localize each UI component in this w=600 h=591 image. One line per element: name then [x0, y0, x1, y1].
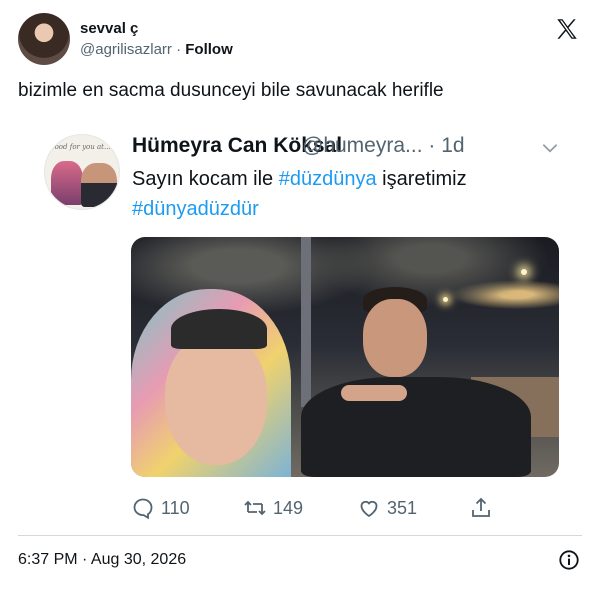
photo-lamp [521, 269, 527, 275]
quoted-avatar[interactable]: Good for you at... [44, 134, 120, 210]
quoted-tweet[interactable]: Good for you at... Hümeyra Can Köksal @h… [44, 120, 574, 540]
tweet-header: sevval ç @agrilisazlarr · Follow [18, 12, 586, 68]
quoted-avatar-person-1 [51, 161, 83, 205]
share-icon [472, 497, 490, 517]
avatar[interactable] [18, 13, 70, 65]
author-handle[interactable]: @agrilisazlarr [80, 41, 172, 58]
handle-separator: · [176, 41, 182, 58]
photo-woman-hat [171, 309, 267, 349]
heart-icon [360, 500, 378, 518]
photo-man-face [363, 299, 427, 377]
photo-hand [341, 385, 407, 401]
author-display-name[interactable]: sevval ç [80, 20, 138, 37]
chevron-down-icon[interactable] [540, 138, 560, 158]
quoted-time: · 1d [428, 134, 465, 157]
quoted-text-plain: Sayın kocam ile [132, 168, 279, 190]
quoted-avatar-person-2 [81, 163, 117, 207]
quoted-avatar-caption: Good for you at... [49, 143, 111, 151]
tweet-photo[interactable] [131, 237, 559, 477]
info-icon[interactable] [558, 549, 580, 571]
photo-pole [301, 237, 311, 407]
share-button[interactable] [469, 494, 493, 522]
divider [18, 535, 582, 536]
reply-button[interactable]: 110 [131, 494, 190, 522]
reply-count: 110 [161, 497, 190, 518]
like-button[interactable]: 351 [357, 494, 417, 522]
tweet-timestamp[interactable]: 6:37 PM · Aug 30, 2026 [18, 551, 186, 569]
hashtag-duzdunya[interactable]: #düzdünya [279, 168, 377, 190]
hashtag-dunyaduzdur[interactable]: #dünyadüzdür [132, 198, 259, 220]
reply-icon [133, 498, 153, 520]
photo-lamp [443, 297, 448, 302]
author-handle-line: @agrilisazlarr · Follow [80, 41, 233, 58]
quoted-text: Sayın kocam ile #düzdünya işaretimiz #dü… [132, 164, 552, 224]
x-logo-icon[interactable] [554, 16, 580, 42]
quoted-handle-line: @humeyra... · 1d [302, 134, 465, 158]
quoted-text-after: işaretimiz [376, 168, 467, 190]
retweet-button[interactable]: 149 [243, 494, 303, 522]
photo-woman-face [165, 335, 267, 465]
action-bar: 110 149 351 [131, 494, 511, 522]
retweet-icon [244, 500, 266, 516]
quoted-handle[interactable]: @humeyra... [302, 134, 423, 157]
retweet-count: 149 [273, 497, 304, 518]
tweet-text: bizimle en sacma dusunceyi bile savunaca… [18, 80, 444, 101]
follow-button[interactable]: Follow [185, 41, 233, 58]
photo-man-body [301, 377, 531, 477]
like-count: 351 [387, 497, 418, 518]
